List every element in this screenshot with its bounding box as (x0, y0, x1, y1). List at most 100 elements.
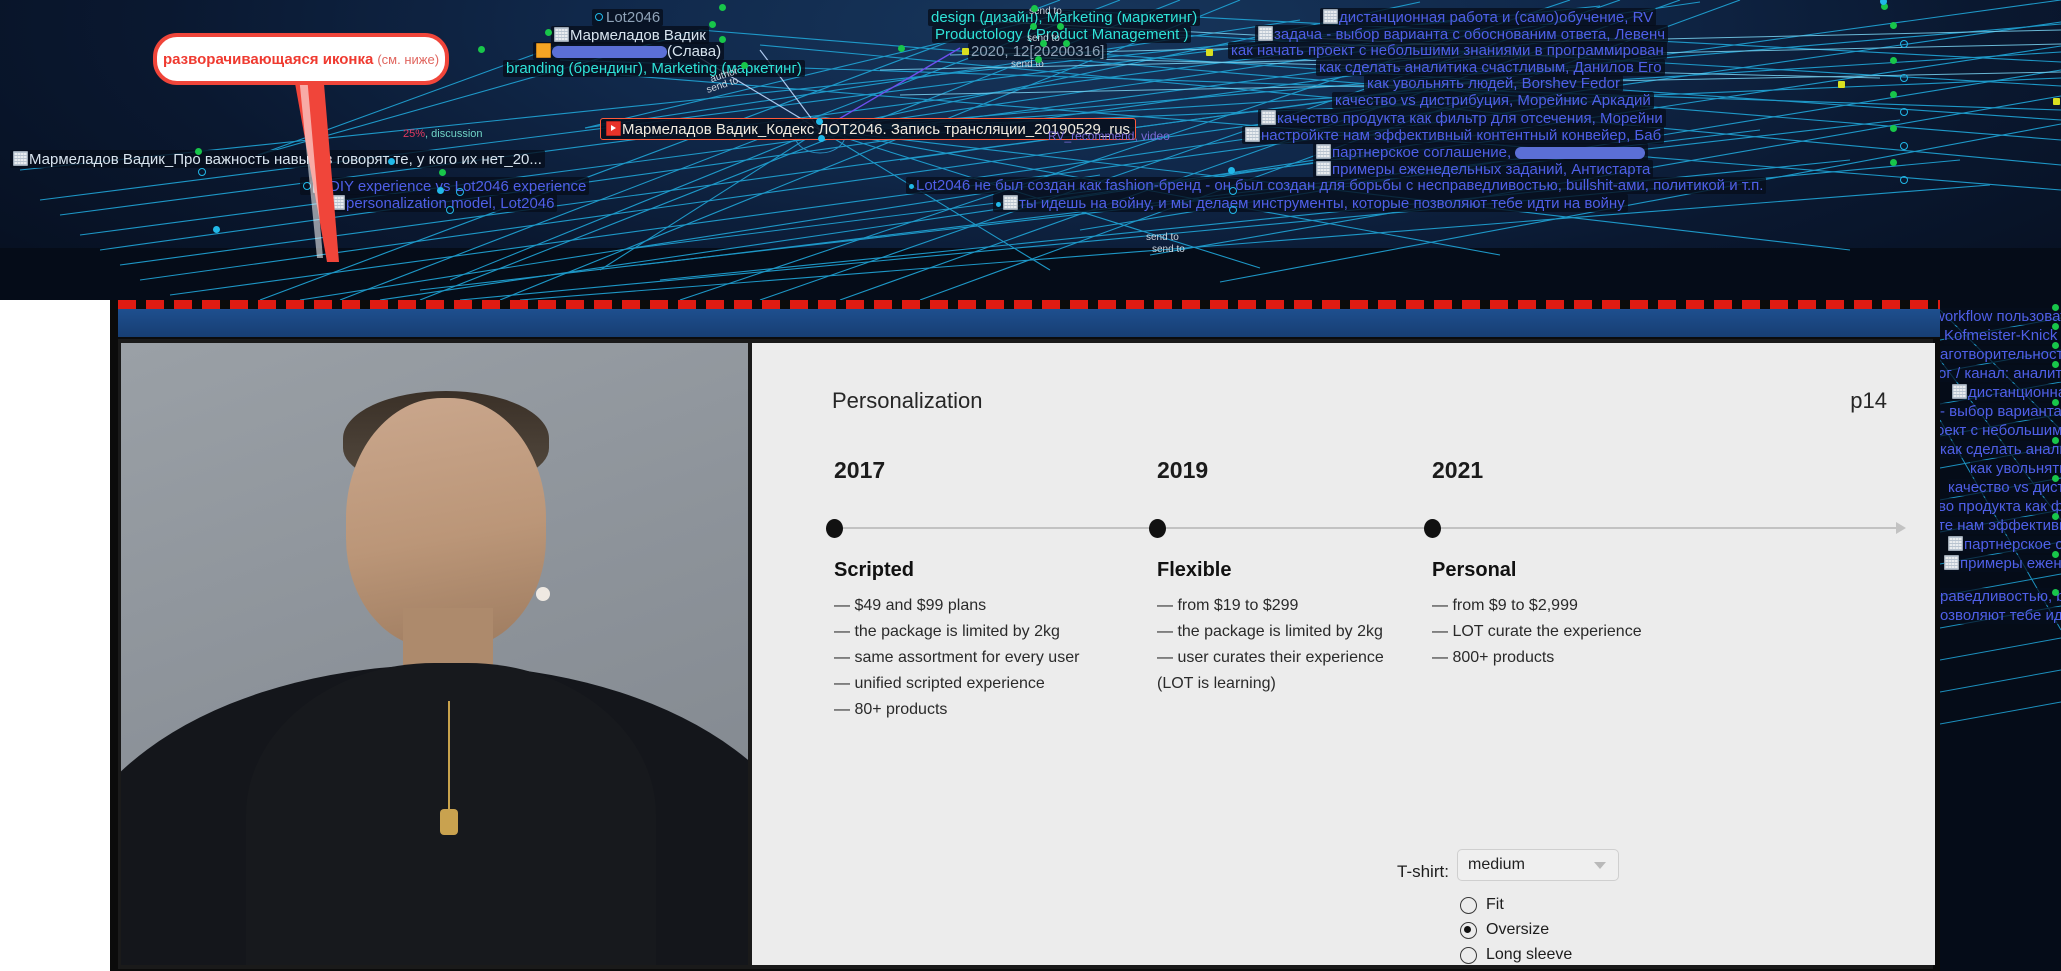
orange-icon (536, 43, 551, 58)
graph-node[interactable]: партнерское соглашение, (1313, 143, 1649, 161)
speaker-video[interactable] (121, 343, 748, 965)
graph-node[interactable]: ты идешь на войну, и мы делаем инструмен… (993, 194, 1628, 212)
graph-node-label: как сделать аналитика счастливым, Данило… (1319, 59, 1662, 76)
dot-icon (996, 202, 1001, 207)
graph-node[interactable]: как начать проект с небольшими знаниями … (1228, 42, 1667, 59)
file-icon (1948, 536, 1963, 551)
radio-icon (1460, 896, 1477, 914)
graph-node[interactable]: design (дизайн), Marketing (маркетинг) (928, 9, 1201, 26)
graph-node-dot (1228, 167, 1235, 174)
tshirt-size-select[interactable]: medium (1457, 849, 1619, 881)
graph-node-dot (1890, 22, 1897, 29)
timeline-arrow-icon (1896, 522, 1906, 534)
right-graph-sliver[interactable]: workflow пользователя прилож Kofmeister-… (1940, 300, 2061, 971)
sliver-node-dot (2052, 513, 2059, 520)
sliver-label-text: дистанционная рабо (1968, 384, 2061, 401)
redacted-name (1515, 147, 1646, 159)
graph-node[interactable]: задача - выбор варианта с обоснованим от… (1255, 25, 1669, 43)
graph-node-label: Lot2046 не был создан как fashion-бренд … (916, 177, 1764, 194)
graph-node[interactable]: качество продукта как фильтр для отсечен… (1258, 109, 1666, 127)
timeline-year: 2017 (834, 457, 886, 483)
timeline-year: 2019 (1157, 457, 1209, 483)
hollow-dot-icon (595, 13, 603, 21)
graph-node[interactable]: DIY experience vs Lot2046 experience (300, 177, 590, 195)
sliver-node-dot (2052, 475, 2059, 482)
timeline-item: — from $9 to $2,999 (1432, 597, 1578, 614)
graph-node-dot (1040, 40, 1047, 47)
file-icon (1003, 195, 1018, 210)
callout-note-text: (см. ниже) (377, 51, 440, 67)
graph-node-dot (1063, 40, 1070, 47)
tshirt-label: T-shirt: (1397, 862, 1449, 881)
fit-option-label: Fit (1486, 896, 1504, 913)
sliver-label[interactable]: во продукта как фильтр (1940, 498, 2061, 515)
timeline-item: — from $19 to $299 (1157, 597, 1299, 614)
youtube-icon (606, 121, 621, 136)
graph-node-dot (1890, 57, 1897, 64)
graph-node-marker (962, 48, 969, 55)
graph-node-label: настройкте нам эффективный контентный ко… (1261, 127, 1662, 144)
graph-node[interactable]: personalization model, Lot2046 (317, 194, 558, 212)
sliver-label[interactable]: как сделать аналитика с (1940, 441, 2061, 458)
sliver-label[interactable]: качество vs дистрибу (1948, 479, 2061, 496)
sliver-label[interactable]: оект с небольшими знан (1940, 422, 2061, 439)
sliver-label[interactable]: аготворительность (dona (1940, 346, 2061, 363)
graph-node-dot (1035, 56, 1042, 63)
sliver-label[interactable]: примеры еженедельн (1944, 555, 2061, 572)
sliver-label[interactable]: Kofmeister-Knick (Hofmeis (1944, 327, 2061, 344)
slide-title: Personalization (832, 388, 983, 413)
graph-node-dot (545, 29, 552, 36)
graph-node[interactable]: качество vs дистрибуция, Морейнис Аркади… (1332, 92, 1654, 109)
sliver-label[interactable]: озволяют тебе идти на в (1940, 607, 2061, 624)
graph-node-dot (1900, 108, 1908, 116)
sliver-label[interactable]: ог / канал: аналитика, мет (1940, 365, 2061, 382)
sliver-label[interactable]: те нам эффективный кон (1940, 517, 2061, 534)
sliver-label[interactable]: как увольнять лю (1970, 460, 2061, 477)
graph-node[interactable]: дистанционная работа и (само)обучение, R… (1320, 8, 1657, 26)
sliver-label[interactable]: - выбор варианта с обос (1940, 403, 2061, 420)
graph-node[interactable]: (Слава) (533, 42, 725, 60)
graph-node-dot (195, 148, 202, 155)
sliver-label[interactable]: раведливостью, bullshit- (1940, 588, 2061, 605)
blue-title-bar (118, 309, 2048, 337)
graph-node-label: качество продукта как фильтр для отсечен… (1277, 110, 1663, 127)
sliver-node-dot (2052, 399, 2059, 406)
sliver-label[interactable]: workflow пользователя прилож (1940, 308, 2061, 325)
graph-node[interactable]: Lot2046 не был создан как fashion-бренд … (906, 177, 1767, 194)
graph-node[interactable]: как увольнять людей, Borshev Fedor (1364, 75, 1623, 92)
graph-node-dot (818, 135, 825, 142)
fit-option-oversize[interactable]: Oversize (1460, 921, 1549, 939)
graph-node[interactable]: настройкте нам эффективный контентный ко… (1242, 126, 1665, 144)
graph-node[interactable]: примеры еженедельных заданий, Антистарта (1313, 160, 1654, 178)
graph-node-dot (1890, 159, 1897, 166)
sliver-label-text: партнерское соглаше (1964, 536, 2061, 553)
sliver-label[interactable]: дистанционная рабо (1952, 384, 2061, 401)
timeline-item: (LOT is learning) (1157, 674, 1276, 692)
slide-page-number: p14 (1850, 388, 1887, 413)
graph-node-dot (709, 21, 716, 28)
fit-option-fit[interactable]: Fit (1460, 896, 1504, 914)
photo-icon (1944, 555, 1959, 570)
chevron-down-icon (1594, 862, 1606, 869)
graph-node-dot (1229, 206, 1237, 214)
sliver-node-dot (2052, 342, 2059, 349)
graph-node-dot (1900, 176, 1908, 184)
timeline-stage: Scripted (834, 559, 915, 581)
graph-node[interactable]: Мармеладов Вадик_Про важность навыков го… (10, 150, 545, 168)
graph-node[interactable]: как сделать аналитика счастливым, Данило… (1316, 59, 1665, 76)
sliver-label[interactable]: партнерское соглаше (1948, 536, 2061, 553)
photo-icon (1245, 127, 1260, 142)
graph-node-dot (1890, 125, 1897, 132)
fit-option-label: Oversize (1486, 921, 1550, 938)
timeline-axis (834, 527, 1900, 529)
photo-icon (1323, 9, 1338, 24)
speaker-pendant (440, 809, 458, 835)
graph-node-dot (1031, 5, 1038, 12)
fit-option-long-sleeve[interactable]: Long sleeve (1460, 946, 1572, 964)
graph-node[interactable]: branding (брендинг), Marketing (маркетин… (503, 60, 805, 77)
timeline-item: — user curates their experience (1157, 648, 1384, 666)
photo-icon (1952, 384, 1967, 399)
graph-node[interactable]: Lot2046 (592, 9, 664, 26)
timeline-item: — unified scripted experience (834, 674, 1045, 692)
callout-tail (293, 72, 339, 262)
